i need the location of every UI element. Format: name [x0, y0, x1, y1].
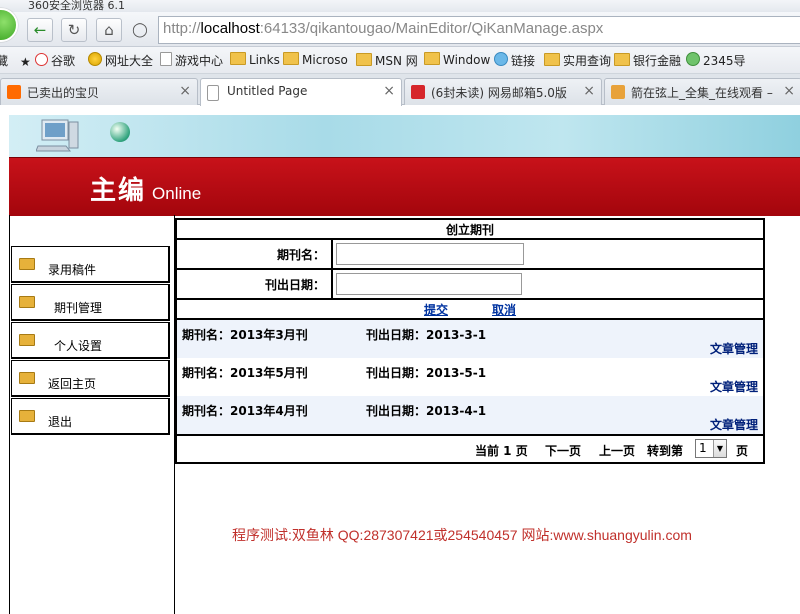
brand-logo: 主编 Online [90, 176, 202, 206]
form-actions: 提交 取消 [175, 298, 765, 320]
browser-titlebar: 360安全浏览器 6.1 [0, 0, 800, 12]
bookmarks-bar: 藏 ★谷歌 网址大全 游戏中心 Links Microso MSN 网 Wind… [0, 47, 800, 74]
list-item: 期刊名：2013年3月刊 刊出日期：2013-3-1 文章管理 [177, 320, 763, 358]
ie-icon [494, 52, 508, 66]
list-item: 期刊名：2013年5月刊 刊出日期：2013-5-1 文章管理 [177, 358, 763, 396]
shield-icon: ◯ [132, 22, 148, 38]
journal-date: 刊出日期：2013-3-1 [366, 328, 487, 342]
article-management-link[interactable]: 文章管理 [710, 340, 758, 357]
current-page-text: 当前 1 页 [475, 444, 528, 458]
bookmark-item[interactable]: Window [424, 52, 490, 67]
publish-date-label: 刊出日期： [175, 268, 333, 300]
bookmark-item[interactable]: MSN 网 [356, 52, 418, 69]
refresh-icon[interactable]: ↻ [61, 18, 87, 42]
netease-mail-icon [411, 85, 425, 99]
folder-icon [19, 258, 35, 270]
bookmarks-label: 藏 [0, 52, 8, 69]
next-page-link[interactable]: 下一页 [545, 442, 581, 459]
video-site-icon [611, 85, 625, 99]
pagination: 当前 1 页 下一页 上一页 转到第 1 ▼ 页 [175, 436, 765, 464]
goto-page-label: 转到第 [647, 444, 684, 458]
bookmark-item[interactable]: 银行金融 [614, 52, 681, 69]
bookmark-item[interactable]: Links [230, 52, 280, 67]
sidebar-item-accepted-manuscripts[interactable]: 录用稿件 [11, 246, 170, 283]
address-url[interactable]: http://localhost:64133/qikantougao/MainE… [163, 20, 603, 37]
close-icon[interactable]: × [179, 83, 191, 99]
journal-date: 刊出日期：2013-4-1 [366, 404, 487, 418]
sidebar-item-label: 录用稿件 [48, 263, 97, 277]
browser-tab-active[interactable]: Untitled Page × [200, 78, 402, 106]
journal-name: 期刊名：2013年5月刊 [182, 366, 308, 380]
publish-date-input[interactable] [336, 273, 522, 295]
bookmark-item[interactable]: 链接 [494, 52, 535, 69]
journal-name-label: 期刊名： [175, 238, 333, 270]
create-journal-form: 创立期刊 期刊名： 刊出日期： 提交 取消 [175, 218, 765, 320]
folder-icon [19, 334, 35, 346]
sidebar-item-logout[interactable]: 退出 [11, 398, 170, 435]
address-bar[interactable]: ◯ http://localhost:64133/qikantougao/Mai… [132, 16, 800, 44]
sidebar-item-home[interactable]: 返回主页 [11, 360, 170, 397]
dropdown-arrow-icon: ▼ [713, 440, 726, 457]
sidebar-menu: 录用稿件 期刊管理 个人设置 返回主页 退出 [11, 246, 170, 436]
google-icon [35, 53, 48, 66]
folder-icon [356, 53, 372, 66]
bookmark-item[interactable]: ★ 谷歌 [20, 52, 75, 69]
close-icon[interactable]: × [783, 83, 795, 99]
page-suffix: 页 [736, 444, 749, 458]
browser-navbar: ← ↻ ⌂ ◯ http://localhost:64133/qikantoug… [0, 8, 800, 47]
computer-icon [36, 119, 79, 152]
journal-name-input[interactable] [336, 243, 524, 265]
article-management-link[interactable]: 文章管理 [710, 378, 758, 395]
footer-text: 程序测试:双鱼林 QQ:287307421或254540457 网站:www.s… [232, 527, 692, 543]
sidebar-item-personal-settings[interactable]: 个人设置 [11, 322, 170, 359]
nav-site-icon [88, 52, 102, 66]
folder-icon [19, 410, 35, 422]
form-title: 创立期刊 [175, 218, 765, 240]
star-icon: ★ [20, 55, 31, 69]
folder-icon [544, 53, 560, 66]
journal-name: 期刊名：2013年4月刊 [182, 404, 308, 418]
sidebar-item-journal-management[interactable]: 期刊管理 [11, 284, 170, 321]
bookmark-item[interactable]: 游戏中心 [160, 52, 223, 69]
folder-icon [424, 52, 440, 65]
browser-tab[interactable]: (6封未读) 网易邮箱5.0版 × [404, 78, 602, 105]
page-icon [160, 52, 172, 66]
bookmark-item[interactable]: 网址大全 [88, 52, 153, 69]
list-item: 期刊名：2013年4月刊 刊出日期：2013-4-1 文章管理 [177, 396, 763, 434]
page-icon [207, 85, 219, 101]
browser-tab[interactable]: 已卖出的宝贝 × [0, 78, 198, 105]
submit-link[interactable]: 提交 [424, 303, 448, 317]
folder-icon [19, 372, 35, 384]
sidebar-item-label: 个人设置 [54, 339, 103, 353]
prev-page-link[interactable]: 上一页 [599, 442, 635, 459]
journal-date: 刊出日期：2013-5-1 [366, 366, 487, 380]
bookmark-item[interactable]: 实用查询 [544, 52, 611, 69]
tab-strip: 已卖出的宝贝 × Untitled Page × (6封未读) 网易邮箱5.0版… [0, 74, 800, 106]
bookmark-item[interactable]: 2345导 [686, 52, 746, 69]
close-icon[interactable]: × [383, 83, 395, 99]
folder-icon [230, 52, 246, 65]
recycle-icon [686, 52, 700, 66]
browser-logo-icon [0, 8, 18, 42]
page-select[interactable]: 1 ▼ [695, 439, 727, 458]
home-icon[interactable]: ⌂ [96, 18, 122, 42]
browser-tab[interactable]: 箭在弦上_全集_在线观看 – × [604, 78, 800, 105]
journal-name: 期刊名：2013年3月刊 [182, 328, 308, 342]
sidebar-item-label: 期刊管理 [54, 301, 103, 315]
globe-icon [110, 122, 130, 142]
cancel-link[interactable]: 取消 [492, 303, 516, 317]
close-icon[interactable]: × [583, 83, 595, 99]
folder-icon [283, 52, 299, 65]
taobao-icon [7, 85, 21, 99]
article-management-link[interactable]: 文章管理 [710, 416, 758, 433]
journal-list: 期刊名：2013年3月刊 刊出日期：2013-3-1 文章管理 期刊名：2013… [175, 320, 765, 436]
sidebar-item-label: 返回主页 [48, 377, 97, 391]
back-arrow-icon[interactable]: ← [27, 18, 53, 42]
folder-icon [614, 53, 630, 66]
folder-icon [19, 296, 35, 308]
bookmark-item[interactable]: Microso [283, 52, 348, 67]
main-content: 创立期刊 期刊名： 刊出日期： 提交 取消 期刊名：2013年3月刊 刊出日期：2… [175, 218, 765, 464]
sidebar-item-label: 退出 [48, 415, 73, 429]
